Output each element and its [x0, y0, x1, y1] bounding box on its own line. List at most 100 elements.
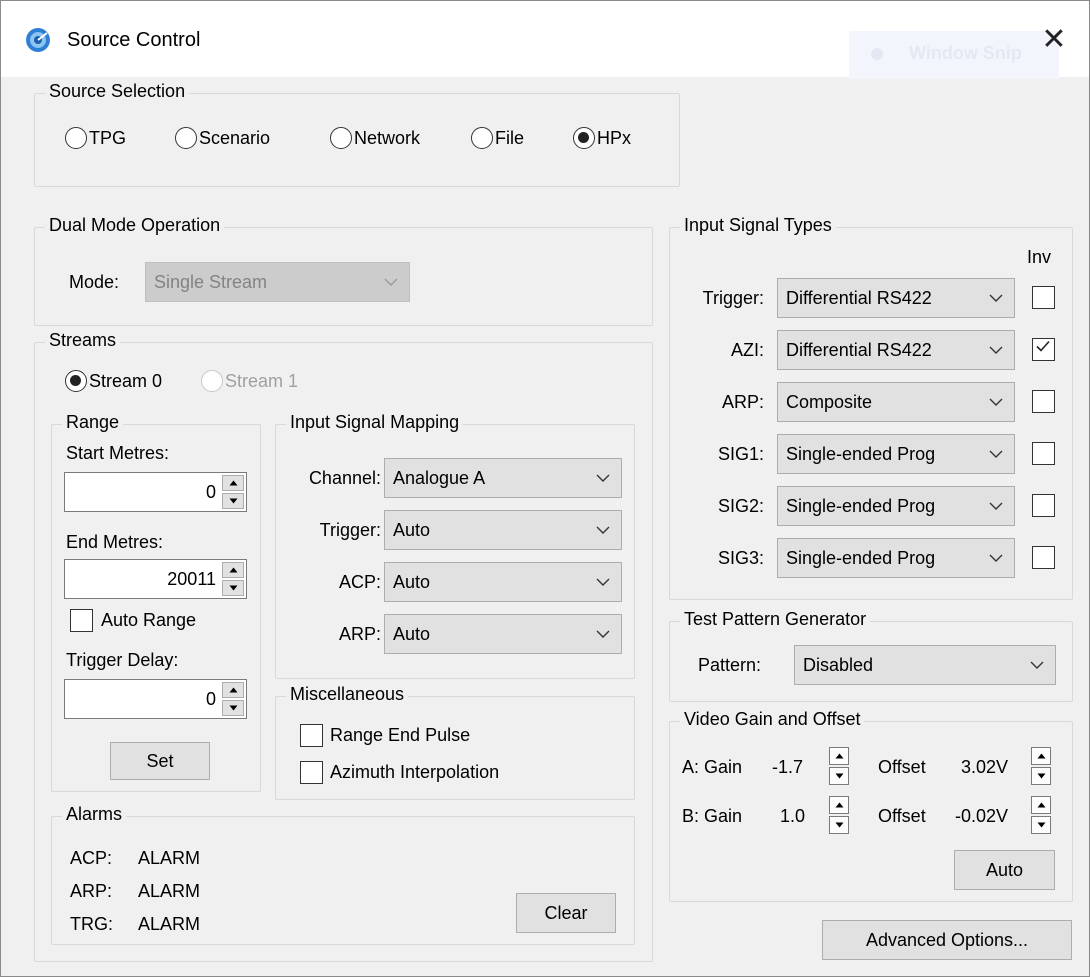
end-metres-label: End Metres:: [66, 532, 164, 552]
b-offset-value: -0.02V: [955, 806, 1009, 826]
radio-scenario-circle[interactable]: [175, 127, 197, 149]
mapping-trigger-select[interactable]: Auto: [384, 510, 622, 550]
triangle-down-icon: [229, 705, 237, 711]
radio-tpg[interactable]: TPG: [65, 127, 126, 149]
sig-type-azi-select[interactable]: Differential RS422: [777, 330, 1015, 370]
spin-down-button[interactable]: [1031, 767, 1051, 785]
sig-type-sig3-label: SIG3:: [717, 548, 764, 568]
video-gain-offset-group: Video Gain and Offset A: Gain -1.7 Offse…: [669, 709, 1073, 902]
start-metres-value: 0: [205, 482, 216, 502]
inv-trigger-checkbox[interactable]: [1032, 286, 1055, 309]
radio-network[interactable]: Network: [330, 127, 420, 149]
mapping-channel-select[interactable]: Analogue A: [384, 458, 622, 498]
clear-button[interactable]: Clear: [516, 893, 616, 933]
a-offset-spinner[interactable]: [1031, 747, 1051, 785]
spin-down-button[interactable]: [1031, 816, 1051, 834]
end-metres-spinbox[interactable]: 20011: [64, 559, 247, 599]
range-end-pulse-checkbox[interactable]: [300, 724, 323, 747]
b-gain-spinner[interactable]: [829, 796, 849, 834]
mapping-acp-select[interactable]: Auto: [384, 562, 622, 602]
auto-button[interactable]: Auto: [954, 850, 1055, 890]
sig-type-sig3-select[interactable]: Single-ended Prog: [777, 538, 1015, 578]
triangle-up-icon: [229, 480, 237, 486]
inv-sig1-checkbox[interactable]: [1032, 442, 1055, 465]
spin-down-button[interactable]: [222, 700, 244, 716]
b-offset-spinner[interactable]: [1031, 796, 1051, 834]
spin-down-button[interactable]: [222, 493, 244, 509]
sig-type-arp-select[interactable]: Composite: [777, 382, 1015, 422]
a-gain-spinner[interactable]: [829, 747, 849, 785]
sig-type-trigger-select[interactable]: Differential RS422: [777, 278, 1015, 318]
alarm-arp-label: ARP:: [70, 881, 113, 901]
chevron-down-icon: [373, 263, 409, 301]
inv-sig3-checkbox[interactable]: [1032, 546, 1055, 569]
spin-down-button[interactable]: [829, 767, 849, 785]
triangle-down-icon: [835, 773, 843, 779]
chevron-down-icon: [978, 279, 1014, 317]
inv-sig2-checkbox[interactable]: [1032, 494, 1055, 517]
radio-file[interactable]: File: [471, 127, 524, 149]
close-button[interactable]: ✕: [1031, 17, 1077, 63]
radio-scenario[interactable]: Scenario: [175, 127, 270, 149]
radio-stream-1[interactable]: Stream 1: [201, 370, 298, 392]
mode-select[interactable]: Single Stream: [145, 262, 410, 302]
spin-up-button[interactable]: [1031, 747, 1051, 765]
dual-mode-title: Dual Mode Operation: [45, 215, 225, 236]
input-signal-mapping-title: Input Signal Mapping: [286, 412, 464, 433]
app-icon: [26, 28, 50, 52]
inv-azi-checkbox[interactable]: [1032, 338, 1055, 361]
b-gain-value: 1.0: [780, 806, 806, 826]
sig-type-trigger-value: Differential RS422: [786, 287, 932, 308]
radio-file-circle[interactable]: [471, 127, 493, 149]
advanced-options-button[interactable]: Advanced Options...: [822, 920, 1072, 960]
triangle-down-icon: [1037, 822, 1045, 828]
inv-header: Inv: [1027, 247, 1052, 267]
radio-stream-0[interactable]: Stream 0: [65, 370, 162, 392]
sig-type-arp-value: Composite: [786, 391, 873, 412]
start-metres-label: Start Metres:: [66, 443, 170, 463]
spin-up-button[interactable]: [222, 562, 244, 578]
azimuth-interpolation-checkbox[interactable]: [300, 761, 323, 784]
spin-up-button[interactable]: [1031, 796, 1051, 814]
radio-stream-1-circle[interactable]: [201, 370, 223, 392]
spin-up-button[interactable]: [222, 682, 244, 698]
inv-arp-checkbox[interactable]: [1032, 390, 1055, 413]
set-button-label: Set: [146, 750, 174, 771]
auto-button-label: Auto: [985, 859, 1024, 880]
radio-scenario-label: Scenario: [199, 127, 271, 148]
mapping-channel-value: Analogue A: [393, 467, 486, 488]
pattern-select[interactable]: Disabled: [794, 645, 1056, 685]
chevron-down-icon: [1019, 646, 1055, 684]
spin-up-button[interactable]: [222, 475, 244, 491]
triangle-up-icon: [229, 687, 237, 693]
mapping-arp-select[interactable]: Auto: [384, 614, 622, 654]
sig-type-sig1-select[interactable]: Single-ended Prog: [777, 434, 1015, 474]
trigger-delay-label: Trigger Delay:: [66, 650, 179, 670]
mode-label: Mode:: [69, 272, 120, 292]
auto-range-checkbox[interactable]: [70, 609, 93, 632]
source-selection-group: Source Selection TPG Scenario Network Fi…: [34, 81, 680, 187]
range-end-pulse-label: Range End Pulse: [330, 725, 471, 745]
radio-stream-0-circle[interactable]: [65, 370, 87, 392]
streams-title: Streams: [45, 330, 121, 351]
radio-network-circle[interactable]: [330, 127, 352, 149]
spin-up-button[interactable]: [829, 796, 849, 814]
snip-text: Window Snip: [909, 43, 1022, 63]
alarm-trg-label: TRG:: [70, 914, 113, 934]
chevron-down-icon: [585, 511, 621, 549]
radio-hpx-circle[interactable]: [573, 127, 595, 149]
spin-down-button[interactable]: [222, 580, 244, 596]
set-button[interactable]: Set: [110, 742, 210, 780]
alarm-trg-value: ALARM: [138, 914, 201, 934]
sig-type-sig2-select[interactable]: Single-ended Prog: [777, 486, 1015, 526]
radio-hpx[interactable]: HPx: [573, 127, 631, 149]
trigger-delay-spinbox[interactable]: 0: [64, 679, 247, 719]
start-metres-spinbox[interactable]: 0: [64, 472, 247, 512]
radio-tpg-circle[interactable]: [65, 127, 87, 149]
source-control-window: Source Control Window Snip ✕ Source Sele…: [0, 0, 1090, 977]
spin-down-button[interactable]: [829, 816, 849, 834]
spin-up-button[interactable]: [829, 747, 849, 765]
source-selection-title: Source Selection: [45, 81, 190, 102]
radio-hpx-label: HPx: [597, 127, 632, 148]
chevron-down-icon: [978, 435, 1014, 473]
